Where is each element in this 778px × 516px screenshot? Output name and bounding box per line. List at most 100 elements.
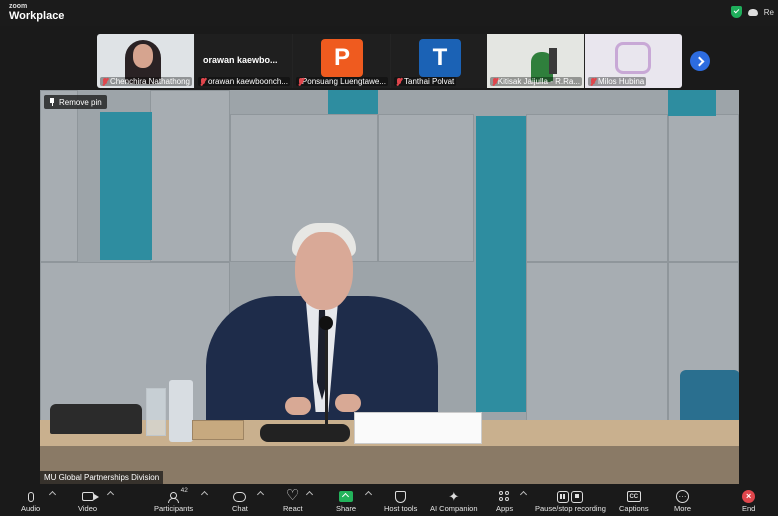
participant-name: Chenchira Nathathong [109, 77, 190, 86]
participant-thumbnail[interactable]: Milos Hubina [585, 34, 682, 88]
audio-options-chevron-icon[interactable] [48, 490, 57, 499]
participant-name: Tanthai Polvat [404, 77, 455, 86]
mic-muted-icon [396, 77, 402, 86]
ai-companion-button[interactable]: ✦ AI Companion [430, 489, 478, 513]
apps-options-chevron-icon[interactable] [519, 490, 528, 499]
video-label: Video [78, 504, 98, 513]
teal-wall-panel [100, 112, 152, 260]
speaker-hand [335, 394, 361, 412]
participant-name-tag: Tanthai Polvat [394, 77, 457, 86]
cloud-recording-icon [747, 8, 758, 16]
participant-name: orawan kaewboonch... [207, 77, 288, 86]
participant-name: Ponsuang Luengtawe... [301, 77, 386, 86]
microphone-base [260, 424, 350, 442]
participant-avatar: P [321, 39, 363, 77]
participant-thumbnail[interactable]: P Ponsuang Luengtawe... [293, 34, 390, 88]
wall-panel [40, 90, 78, 262]
react-options-chevron-icon[interactable] [305, 490, 314, 499]
participant-thumbnail-strip: Chenchira Nathathong orawan kaewbo... or… [97, 34, 682, 88]
mic-muted-icon [590, 77, 596, 86]
bag [50, 404, 142, 434]
chat-button[interactable]: Chat [232, 489, 248, 513]
participant-name-tag: MU Global Partnerships Division [40, 471, 164, 484]
participants-label: Participants [154, 504, 194, 513]
pin-icon [49, 98, 55, 106]
teal-wall-panel [668, 90, 716, 116]
meeting-toolbar: Audio Video 42 Participants Chat React S… [0, 486, 778, 516]
app-logo: zoom Workplace [9, 3, 64, 22]
video-options-chevron-icon[interactable] [106, 490, 115, 499]
mic-muted-icon [102, 77, 108, 86]
participant-thumbnail[interactable]: T Tanthai Polvat [391, 34, 488, 88]
more-label: More [674, 504, 692, 513]
sparkle-icon: ✦ [448, 489, 460, 504]
ai-companion-label: AI Companion [430, 504, 478, 513]
react-label: React [283, 504, 303, 513]
video-button[interactable]: Video [78, 489, 99, 513]
speaker-hand [285, 397, 311, 415]
mic-muted-icon [298, 77, 303, 86]
brand-name: Workplace [9, 10, 65, 22]
recording-indicator-label[interactable]: Re [764, 8, 774, 17]
react-button[interactable]: React [283, 486, 303, 513]
wall-panel [668, 114, 739, 262]
participant-name: Kitisak Jaijulla - R.Ra... [497, 77, 580, 86]
captions-label: Captions [619, 504, 649, 513]
pause-stop-icon [557, 490, 584, 503]
share-options-chevron-icon[interactable] [364, 490, 373, 499]
participant-thumbnail[interactable]: Kitisak Jaijulla - R.Ra... [487, 34, 584, 88]
title-bar: zoom Workplace Re [0, 0, 778, 26]
video-camera-icon [81, 492, 99, 501]
chat-label: Chat [232, 504, 248, 513]
brand-small: zoom [9, 3, 28, 10]
apps-icon [498, 490, 511, 503]
microphone-head [319, 316, 333, 330]
participant-name: Milos Hubina [598, 77, 645, 86]
more-button[interactable]: ··· More [674, 489, 691, 513]
teal-wall-panel [476, 116, 526, 262]
captions-button[interactable]: CC Captions [619, 489, 649, 513]
captions-icon: CC [626, 491, 641, 502]
share-button[interactable]: Share [336, 489, 356, 513]
microphone-icon [27, 491, 34, 502]
end-icon: × [742, 490, 756, 503]
remove-pin-label: Remove pin [59, 97, 102, 107]
end-label: End [742, 504, 756, 513]
wall-panel [526, 114, 668, 262]
participants-options-chevron-icon[interactable] [200, 490, 209, 499]
wall-panel [150, 90, 230, 262]
host-tools-label: Host tools [384, 504, 418, 513]
audio-button[interactable]: Audio [21, 489, 40, 513]
wall-panel [526, 262, 668, 422]
teal-wall-panel [476, 262, 526, 412]
chat-icon [233, 491, 247, 502]
more-icon: ··· [676, 490, 690, 503]
participant-name-tag: Milos Hubina [588, 77, 647, 86]
participant-thumbnail[interactable]: Chenchira Nathathong [97, 34, 194, 88]
audio-label: Audio [21, 504, 41, 513]
participant-name-tag: Kitisak Jaijulla - R.Ra... [490, 77, 582, 86]
participant-name-tag: Chenchira Nathathong [100, 77, 192, 86]
participant-name-tag: Ponsuang Luengtawe... [296, 77, 388, 86]
participant-display-name: orawan kaewbo... [203, 55, 278, 65]
apps-button[interactable]: Apps [496, 489, 513, 513]
wall-panel [40, 262, 230, 422]
next-page-chevron-icon[interactable] [690, 51, 710, 71]
teal-wall-panel [328, 90, 378, 114]
participant-thumbnail[interactable]: orawan kaewbo... orawan kaewboonch... [195, 34, 292, 88]
drink-can [169, 380, 193, 442]
mic-muted-icon [200, 77, 206, 86]
chat-options-chevron-icon[interactable] [256, 490, 265, 499]
microphone-stem [325, 322, 328, 426]
main-video-feed[interactable]: Remove pin MU Global Partnerships Divisi… [40, 90, 739, 484]
host-tools-button[interactable]: Host tools [384, 489, 417, 513]
share-label: Share [336, 504, 357, 513]
remove-pin-button[interactable]: Remove pin [44, 95, 107, 109]
share-screen-icon [339, 491, 353, 502]
wall-panel [378, 114, 474, 262]
end-button[interactable]: × End [742, 489, 755, 513]
video-background-object [549, 48, 557, 74]
participants-button[interactable]: 42 Participants [154, 487, 194, 513]
encryption-shield-icon[interactable] [730, 6, 742, 18]
pause-stop-recording-button[interactable]: Pause/stop recording [535, 489, 606, 513]
